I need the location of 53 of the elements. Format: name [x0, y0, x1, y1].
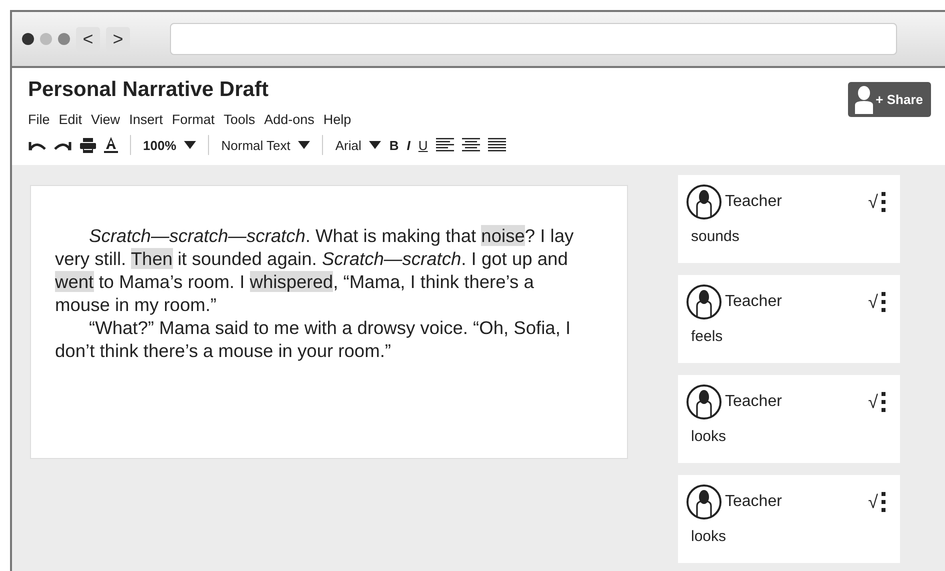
resolve-button[interactable]: √ — [868, 192, 878, 212]
align-right-icon[interactable] — [488, 138, 506, 152]
paragraph: Scratch—scratch—scratch. What is making that noise? I lay very still. Then it sounded again. Scratch—scratch. I got up and went to Mama’s room. I whispered, “Mama, I think there’s a mouse in my room.” — [55, 224, 575, 316]
comment-author: Teacher — [725, 393, 783, 411]
comment-author: Teacher — [725, 493, 783, 511]
comment-text: looks — [690, 428, 728, 445]
underline-button[interactable]: U — [418, 138, 428, 152]
menu-item[interactable]: Help — [323, 112, 352, 127]
caret-icon[interactable] — [298, 141, 310, 149]
menu-item[interactable]: Tools — [224, 112, 256, 127]
redo-icon[interactable] — [54, 139, 72, 151]
share-button[interactable]: + Share — [848, 82, 931, 117]
undo-icon[interactable] — [28, 139, 46, 151]
zoom-level[interactable]: 100% — [143, 138, 176, 152]
align-center-icon[interactable] — [462, 138, 480, 152]
caret-icon[interactable] — [184, 141, 196, 149]
comment-text: looks — [690, 528, 728, 545]
align-left-icon[interactable] — [436, 138, 454, 152]
address-field[interactable] — [170, 23, 897, 55]
print-icon[interactable] — [80, 138, 96, 152]
document-title: Personal Narrative Draft — [28, 78, 268, 102]
more-options-icon[interactable] — [881, 192, 886, 212]
resolve-button[interactable]: √ — [868, 492, 878, 512]
window-dot[interactable] — [40, 33, 52, 45]
person-icon — [854, 86, 874, 114]
menu-item[interactable]: Format — [172, 112, 215, 127]
resolve-button[interactable]: √ — [868, 292, 878, 312]
more-options-icon[interactable] — [881, 492, 886, 512]
comment-author: Teacher — [725, 293, 783, 311]
comment-author: Teacher — [725, 193, 783, 211]
avatar-icon — [686, 284, 722, 320]
menu-item[interactable]: File — [28, 112, 50, 127]
more-options-icon[interactable] — [881, 392, 886, 412]
window-dot[interactable] — [22, 33, 34, 45]
comment-text: sounds — [690, 228, 740, 245]
menu-item[interactable]: Edit — [58, 112, 82, 127]
window-dot[interactable] — [58, 33, 70, 45]
avatar-icon — [686, 484, 722, 520]
avatar-icon — [686, 384, 722, 420]
bold-button[interactable]: B — [389, 138, 399, 152]
font-name[interactable]: Arial — [335, 138, 362, 152]
paragraph: “What?” Mama said to me with a drowsy voice. “Oh, Sofia, I don’t think there’s a mouse in your room.” — [55, 316, 572, 362]
text-color-icon[interactable] — [104, 137, 118, 153]
comment-text: feels — [690, 328, 724, 345]
more-options-icon[interactable] — [881, 292, 886, 312]
menu-item[interactable]: Add-ons — [264, 112, 314, 127]
caret-icon[interactable] — [369, 141, 382, 149]
paragraph-style[interactable]: Normal Text — [221, 138, 290, 152]
avatar-icon — [686, 184, 722, 220]
italic-button[interactable]: I — [406, 138, 410, 152]
resolve-button[interactable]: √ — [868, 392, 878, 412]
menu-item[interactable]: Insert — [129, 112, 163, 127]
menu-item[interactable]: View — [91, 112, 120, 127]
